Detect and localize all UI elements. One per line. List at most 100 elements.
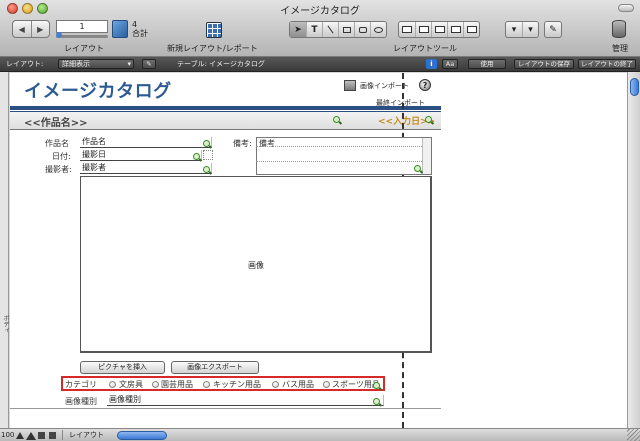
table-prefix-label: テーブル:	[177, 60, 207, 68]
help-icon[interactable]: ?	[419, 79, 431, 91]
category-option-label: 園芸用品	[161, 380, 193, 389]
magnifier-icon	[425, 116, 434, 125]
format-painter-icon[interactable]: ✎	[545, 22, 561, 37]
body-part-label[interactable]: ボディ	[1, 315, 10, 333]
image-field-label: 画像	[248, 261, 264, 270]
portal-tool-icon[interactable]	[447, 22, 463, 37]
category-radio-2[interactable]	[203, 381, 210, 388]
pointer-tool-icon[interactable]: ➤	[290, 22, 306, 37]
record-count: 4 合計	[132, 20, 148, 38]
category-option-label: バス用品	[282, 380, 314, 389]
work-name-label[interactable]: 作品名	[45, 138, 69, 149]
header-divider	[10, 106, 441, 110]
image-type-field[interactable]: 画像種別	[107, 395, 384, 406]
format-tools-group: ▾ ▾	[505, 21, 539, 38]
date-label[interactable]: 日付:	[52, 151, 71, 162]
new-layout-label[interactable]: 新規レイアウト/レポート	[167, 43, 258, 54]
save-layout-button[interactable]: レイアウトの保存	[514, 59, 574, 69]
rounded-rectangle-tool-icon[interactable]	[354, 22, 370, 37]
manage-label[interactable]: 管理	[612, 43, 628, 54]
text-tool-icon[interactable]: T	[306, 22, 322, 37]
category-radio-0[interactable]	[109, 381, 116, 388]
zoom-in-icon[interactable]	[26, 432, 36, 440]
magnifier-icon	[203, 140, 212, 149]
layout-select[interactable]: 詳細表示 ▾	[58, 59, 134, 69]
work-name-field[interactable]: 作品名	[80, 137, 212, 148]
layout-tools-label: レイアウトツール	[393, 44, 457, 53]
notes-scrollbar[interactable]	[422, 138, 431, 174]
status-bar: 100 レイアウト	[0, 428, 640, 441]
layout-select-value: 詳細表示	[62, 60, 90, 68]
new-layout-icon[interactable]	[206, 22, 222, 38]
exit-layout-button[interactable]: レイアウトの終了	[578, 59, 636, 69]
format-painter-group: ✎	[544, 21, 562, 38]
export-image-button[interactable]: 画像エクスポート	[171, 361, 259, 374]
category-radio-1[interactable]	[152, 381, 159, 388]
resize-grip-icon[interactable]	[627, 428, 640, 441]
part-label-bar: ボディ	[0, 72, 9, 428]
notes-label[interactable]: 備考:	[233, 138, 252, 149]
date-field[interactable]: 撮影日	[80, 150, 202, 161]
date-picker-icon[interactable]	[203, 150, 213, 160]
magnifier-icon	[373, 382, 382, 391]
magnifier-icon	[414, 165, 423, 174]
field-tool-icon[interactable]	[399, 22, 415, 37]
vertical-scroll-thumb[interactable]	[630, 78, 639, 96]
book-icon	[112, 20, 128, 38]
record-number-field[interactable]: 1	[56, 20, 108, 33]
photographer-label[interactable]: 撮影者:	[45, 164, 72, 175]
work-name-merge-field[interactable]: <<作品名>>	[24, 114, 88, 129]
field-picker-icon[interactable]: ▾	[506, 22, 522, 37]
layout-prefix-label: レイアウト:	[6, 60, 44, 68]
part-tool-icon[interactable]: ▾	[522, 22, 538, 37]
magnifier-icon	[333, 116, 342, 125]
image-import-icon[interactable]	[344, 80, 356, 91]
view-toggle-icon[interactable]	[38, 432, 45, 439]
layout-tools-group: ➤ T	[289, 21, 387, 38]
footer-divider	[10, 408, 441, 409]
image-type-label[interactable]: 画像種別	[65, 396, 97, 407]
field-tools-group	[398, 21, 480, 38]
record-navigation: ◀ ▶	[12, 20, 50, 38]
status-toolbar-icon[interactable]	[49, 432, 56, 439]
notes-baseline	[256, 146, 422, 147]
band-divider	[10, 129, 441, 130]
use-button[interactable]: 使用	[468, 59, 506, 69]
layout-edit-icon[interactable]: ✎	[142, 59, 156, 69]
line-tool-icon[interactable]	[322, 22, 338, 37]
button-tool-icon[interactable]	[415, 22, 431, 37]
magnifier-icon	[373, 398, 382, 407]
magnifier-icon	[203, 166, 212, 175]
vertical-scrollbar[interactable]	[627, 72, 640, 428]
magnifier-icon	[193, 153, 202, 162]
oval-tool-icon[interactable]	[370, 22, 386, 37]
photographer-field[interactable]: 撮影者	[80, 163, 212, 174]
category-radio-3[interactable]	[272, 381, 279, 388]
insert-picture-button[interactable]: ピクチャを挿入	[80, 361, 165, 374]
mode-indicator[interactable]: レイアウト	[62, 430, 112, 440]
rectangle-tool-icon[interactable]	[338, 22, 354, 37]
category-option-label: キッチン用品	[213, 380, 261, 389]
tab-control-tool-icon[interactable]	[431, 22, 447, 37]
category-option-label: 文房具	[119, 380, 143, 389]
web-viewer-tool-icon[interactable]	[463, 22, 479, 37]
zoom-level[interactable]: 100	[1, 431, 14, 439]
layout-toolbar-label: レイアウト	[64, 44, 104, 53]
chevron-down-icon: ▾	[127, 60, 131, 68]
next-record-icon[interactable]: ▶	[30, 21, 50, 37]
page-title[interactable]: イメージカタログ	[24, 77, 172, 103]
category-radio-4[interactable]	[323, 381, 330, 388]
notes-field-name: 備考	[259, 139, 275, 148]
inspector-icon[interactable]: i	[426, 59, 437, 69]
notes-field[interactable]	[256, 137, 432, 175]
previous-record-icon[interactable]: ◀	[13, 21, 31, 37]
record-slider[interactable]	[56, 32, 108, 38]
toolbar-toggle-button[interactable]	[618, 4, 634, 12]
record-count-value: 4	[132, 20, 138, 29]
manage-database-icon[interactable]	[612, 20, 626, 38]
aa-button[interactable]: Aa	[442, 59, 458, 69]
zoom-out-icon[interactable]	[16, 432, 24, 439]
window-title: イメージカタログ	[280, 6, 360, 17]
horizontal-scroll-thumb[interactable]	[117, 431, 167, 440]
notes-baseline	[256, 161, 422, 162]
